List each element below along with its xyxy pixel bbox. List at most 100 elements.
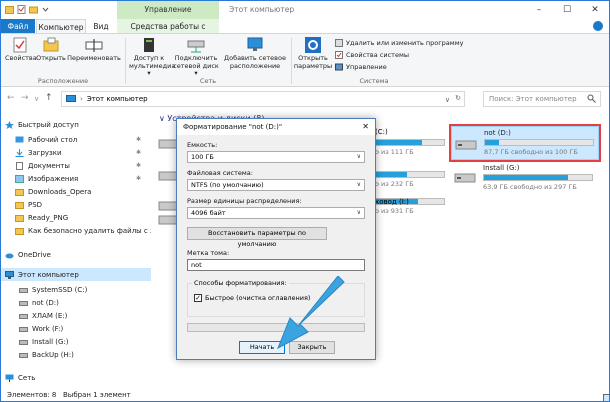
cluster-size-label: Размер единицы распределения: [187, 197, 302, 205]
properties-label: Свойства [5, 54, 37, 62]
nav-drive-g[interactable]: Install (G:) [19, 335, 169, 348]
nav-item-folder[interactable]: Ready_PNG [15, 211, 165, 224]
volume-label-label: Метка тома: [187, 249, 230, 257]
nav-label: Ready_PNG [28, 213, 69, 222]
media-server-icon [140, 37, 158, 53]
manage-label: Управление [346, 63, 387, 71]
open-label: Открыть [36, 54, 66, 62]
pin-icon[interactable]: ✱ [136, 149, 141, 156]
rename-label: Переименовать [67, 54, 121, 62]
address-bar[interactable]: › Этот компьютер ∨ ↻ [61, 91, 465, 107]
group-network-label: Сеть [199, 77, 217, 85]
open-settings-button[interactable]: Открыть параметры [293, 37, 333, 70]
nav-item-folder[interactable]: PSD [15, 198, 165, 211]
pictures-icon [15, 174, 24, 183]
cloud-icon [5, 253, 14, 258]
close-button[interactable]: ✕ [581, 1, 609, 19]
selection-highlight [449, 124, 601, 162]
quick-access-toolbar [5, 5, 50, 14]
tab-file[interactable]: Файл [1, 19, 35, 34]
nav-label: Загрузки [28, 148, 62, 157]
search-box[interactable]: Поиск: Этот компьютер [483, 91, 601, 107]
computer-icon [66, 95, 76, 102]
nav-item-folder[interactable]: Downloads_Opera [15, 185, 165, 198]
map-drive-button[interactable]: Подключить сетевой диск ▾ [171, 37, 221, 78]
volume-label-input[interactable]: not [187, 259, 365, 271]
nav-item-folder[interactable]: Как безопасно удалить файлы с ж [15, 224, 151, 237]
nav-item-pictures[interactable]: Изображения ✱ [15, 172, 165, 185]
drive-c-fill [376, 140, 423, 145]
nav-network[interactable]: Сеть [5, 371, 155, 384]
nav-drive-f[interactable]: Work (F:) [19, 322, 169, 335]
filesystem-select[interactable]: NTFS (по умолчанию) ∨ [187, 179, 365, 191]
folder-icon [15, 214, 24, 222]
manage-icon [335, 63, 343, 71]
tab-view[interactable]: Вид [87, 19, 115, 34]
pin-icon[interactable]: ✱ [136, 162, 141, 169]
refresh-icon[interactable]: ↻ [455, 94, 461, 102]
drive-icon [19, 300, 28, 306]
gear-icon [304, 37, 322, 53]
chevron-down-icon[interactable] [41, 5, 50, 14]
pin-icon[interactable]: ✱ [136, 136, 141, 143]
system-properties-item[interactable]: Свойства системы [335, 51, 409, 59]
chevron-down-icon: ∨ [356, 181, 361, 188]
capacity-select[interactable]: 100 ГБ ∨ [187, 151, 365, 163]
nav-drive-e[interactable]: ХЛАМ (E:) [19, 309, 169, 322]
nav-item-desktop[interactable]: Рабочий стол ✱ [15, 133, 165, 146]
folder-icon [15, 201, 24, 209]
nav-label: OneDrive [18, 250, 51, 259]
nav-this-pc[interactable]: Этот компьютер [1, 268, 151, 281]
media-access-button[interactable]: Доступ к мультимедиа ▾ [129, 37, 175, 78]
dialog-close-icon[interactable]: ✕ [362, 119, 369, 135]
address-dropdown-icon[interactable]: ∨ [445, 96, 450, 104]
drive-icon [19, 313, 28, 319]
pin-icon[interactable]: ✱ [136, 175, 141, 182]
tiles-view-icon[interactable] [603, 394, 609, 401]
document-icon [16, 161, 23, 170]
nav-drive-c[interactable]: SystemSSD (C:) [19, 283, 169, 296]
tab-drive-tools[interactable]: Средства работы с дисками [117, 19, 219, 46]
drive-g-fill [484, 175, 569, 180]
restore-defaults-button[interactable]: Восстановить параметры по умолчанию [187, 227, 327, 248]
filesystem-label: Файловая система: [187, 169, 253, 177]
manage-item[interactable]: Управление [335, 63, 387, 71]
minimize-button[interactable]: – [525, 1, 553, 19]
nav-item-documents[interactable]: Документы ✱ [15, 159, 165, 172]
nav-label: Документы [28, 161, 70, 170]
properties-icon[interactable] [17, 5, 26, 14]
nav-item-downloads[interactable]: Загрузки ✱ [15, 146, 165, 159]
rename-button[interactable]: Переименовать [67, 37, 121, 63]
properties-button[interactable]: Свойства [5, 37, 37, 63]
search-placeholder: Поиск: Этот компьютер [489, 95, 577, 103]
nav-label: BackUp (H:) [32, 350, 74, 359]
help-icon[interactable] [593, 21, 603, 31]
rename-icon [85, 37, 103, 53]
open-button[interactable]: Открыть [36, 37, 66, 63]
filesystem-value: NTFS (по умолчанию) [191, 181, 264, 189]
open-settings-label-2: параметры [293, 61, 333, 70]
back-icon[interactable]: ← [7, 93, 15, 103]
address-chevron-icon: › [80, 95, 83, 103]
uninstall-program-item[interactable]: Удалить или изменить программу [335, 39, 463, 47]
nav-drive-h[interactable]: BackUp (H:) [19, 348, 169, 361]
nav-onedrive[interactable]: OneDrive [5, 248, 155, 261]
ribbon: Свойства Открыть Переименовать Расположе… [1, 33, 609, 87]
tab-computer[interactable]: Компьютер [36, 19, 86, 34]
address-path: Этот компьютер [86, 95, 148, 103]
system-props-label: Свойства системы [346, 51, 410, 59]
nav-quick-access[interactable]: Быстрый доступ [5, 118, 155, 131]
nav-label: PSD [28, 200, 43, 209]
nav-label: Быстрый доступ [18, 120, 79, 129]
add-network-location-button[interactable]: Добавить сетевое расположение [223, 37, 287, 70]
cluster-size-select[interactable]: 4096 байт ∨ [187, 207, 365, 219]
maximize-button[interactable]: ☐ [553, 1, 581, 19]
nav-drive-d[interactable]: not (D:) [19, 296, 169, 309]
up-icon[interactable]: ↑ [45, 93, 53, 103]
drive-g-tile[interactable]: Install (G:) 63,9 ГБ свободно из 297 ГБ [451, 162, 601, 192]
forward-icon[interactable]: → [21, 93, 29, 103]
new-folder-icon[interactable] [29, 5, 38, 14]
properties-icon [11, 37, 29, 53]
drive-icon [19, 339, 28, 345]
recent-chevron-icon[interactable]: ∨ [34, 95, 39, 103]
